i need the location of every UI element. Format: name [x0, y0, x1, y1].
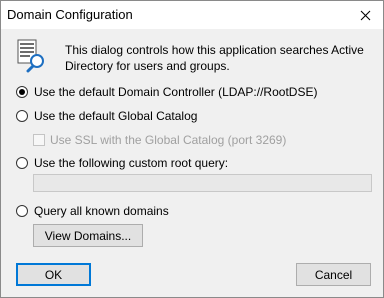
window-title: Domain Configuration: [7, 7, 133, 22]
domain-configuration-dialog: Domain Configuration This dialog control…: [0, 0, 384, 298]
option-default-domain-controller[interactable]: Use the default Domain Controller (LDAP:…: [16, 85, 317, 99]
cancel-button[interactable]: Cancel: [296, 263, 371, 286]
option-query-all-domains[interactable]: Query all known domains: [16, 204, 169, 218]
option-custom-root-query-label: Use the following custom root query:: [34, 156, 229, 170]
view-domains-button[interactable]: View Domains...: [33, 224, 143, 247]
option-default-domain-controller-label: Use the default Domain Controller (LDAP:…: [34, 85, 318, 99]
title-bar: Domain Configuration: [1, 1, 383, 29]
radio-custom-root-query[interactable]: [16, 157, 28, 169]
radio-query-all-domains[interactable]: [16, 205, 28, 217]
option-global-catalog-label: Use the default Global Catalog: [34, 109, 198, 123]
ok-button[interactable]: OK: [16, 263, 91, 286]
checkbox-use-ssl: [33, 134, 45, 146]
option-global-catalog[interactable]: Use the default Global Catalog: [16, 109, 197, 123]
option-use-ssl: Use SSL with the Global Catalog (port 32…: [33, 133, 286, 147]
close-icon: [360, 10, 370, 20]
directory-search-icon: [17, 39, 44, 73]
radio-default-domain-controller[interactable]: [16, 86, 28, 98]
option-query-all-domains-label: Query all known domains: [34, 204, 169, 218]
custom-root-query-input[interactable]: [33, 174, 372, 192]
option-custom-root-query[interactable]: Use the following custom root query:: [16, 156, 228, 170]
radio-global-catalog[interactable]: [16, 110, 28, 122]
close-button[interactable]: [347, 1, 383, 29]
info-description: This dialog controls how this applicatio…: [65, 43, 364, 73]
option-use-ssl-label: Use SSL with the Global Catalog (port 32…: [50, 133, 287, 147]
